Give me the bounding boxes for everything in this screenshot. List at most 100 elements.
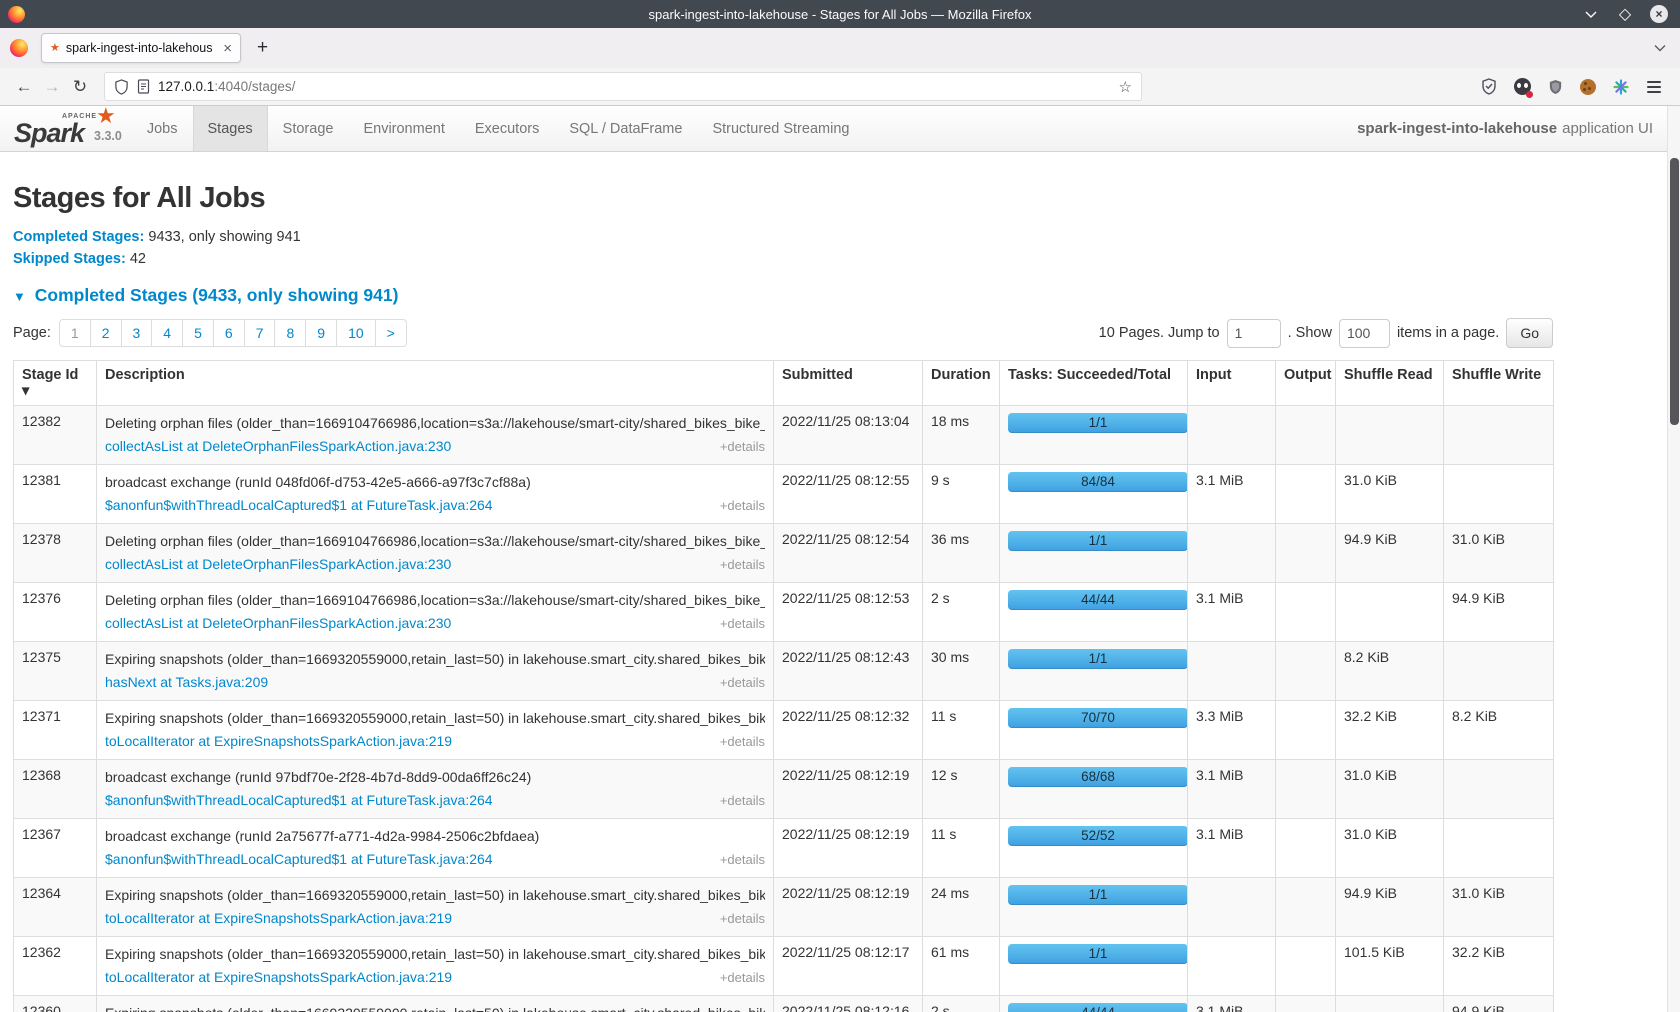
jump-to-input[interactable] xyxy=(1227,319,1281,348)
bookmark-star-icon[interactable]: ☆ xyxy=(1119,78,1132,96)
stage-callsite-link[interactable]: hasNext at Tasks.java:209 xyxy=(105,672,268,692)
stage-callsite-link[interactable]: $anonfun$withThreadLocalCaptured$1 at Fu… xyxy=(105,495,493,515)
column-header-description[interactable]: Description xyxy=(97,361,774,406)
stage-callsite-link[interactable]: collectAsList at DeleteOrphanFilesSparkA… xyxy=(105,613,451,633)
details-toggle[interactable]: +details xyxy=(720,437,765,457)
shuffle-read-cell: 31.0 KiB xyxy=(1336,465,1444,524)
description-cell: Deleting orphan files (older_than=166910… xyxy=(97,406,774,465)
stage-callsite-link[interactable]: toLocalIterator at ExpireSnapshotsSparkA… xyxy=(105,908,452,928)
column-header-shuffle-read[interactable]: Shuffle Read xyxy=(1336,361,1444,406)
output-cell xyxy=(1276,465,1336,524)
page-button-1[interactable]: 1 xyxy=(59,319,91,347)
column-header-tasks[interactable]: Tasks: Succeeded/Total xyxy=(1000,361,1188,406)
tasks-cell: 1/1 xyxy=(1000,524,1188,583)
minimize-button[interactable] xyxy=(1582,5,1600,23)
new-tab-button[interactable]: + xyxy=(257,37,268,59)
details-toggle[interactable]: +details xyxy=(720,909,765,929)
completed-stages-link[interactable]: Completed Stages: xyxy=(13,229,144,245)
list-tabs-chevron-icon[interactable] xyxy=(1654,39,1666,57)
url-text[interactable]: 127.0.0.1:4040/stages/ xyxy=(158,79,1111,94)
nav-tab-stages[interactable]: Stages xyxy=(193,106,268,151)
stage-id-cell: 12381 xyxy=(14,465,97,524)
tasks-cell: 70/70 xyxy=(1000,701,1188,760)
close-button[interactable]: × xyxy=(1650,5,1668,23)
details-toggle[interactable]: +details xyxy=(720,673,765,693)
column-header-input[interactable]: Input xyxy=(1188,361,1276,406)
page-button-4[interactable]: 4 xyxy=(151,319,183,347)
scrollbar-thumb[interactable] xyxy=(1670,158,1679,425)
tab-close-icon[interactable]: × xyxy=(223,41,232,56)
shuffle-write-cell xyxy=(1444,819,1554,878)
stage-callsite-link[interactable]: toLocalIterator at ExpireSnapshotsSparkA… xyxy=(105,967,452,987)
shuffle-read-cell: 94.9 KiB xyxy=(1336,524,1444,583)
page-button->[interactable]: > xyxy=(375,319,407,347)
pagination-row: Page: 12345678910> 10 Pages. Jump to . S… xyxy=(13,318,1553,348)
tasks-progress-bar: 1/1 xyxy=(1008,885,1188,905)
section-title: Completed Stages (9433, only showing 941… xyxy=(35,285,399,305)
page-button-7[interactable]: 7 xyxy=(244,319,276,347)
details-toggle[interactable]: +details xyxy=(720,791,765,811)
column-header-shuffle-write[interactable]: Shuffle Write xyxy=(1444,361,1554,406)
skipped-stages-link[interactable]: Skipped Stages: xyxy=(13,251,126,267)
application-ui-label: spark-ingest-into-lakehouse application … xyxy=(1357,106,1667,151)
back-button[interactable]: ← xyxy=(10,73,38,101)
stage-id-cell: 12376 xyxy=(14,583,97,642)
details-toggle[interactable]: +details xyxy=(720,968,765,988)
description-cell: Deleting orphan files (older_than=166910… xyxy=(97,583,774,642)
details-toggle[interactable]: +details xyxy=(720,555,765,575)
nav-tab-storage[interactable]: Storage xyxy=(268,106,349,151)
firefox-logo-icon xyxy=(8,6,25,23)
duration-cell: 12 s xyxy=(923,760,1000,819)
column-header-submitted[interactable]: Submitted xyxy=(774,361,923,406)
output-cell xyxy=(1276,996,1336,1012)
details-toggle[interactable]: +details xyxy=(720,614,765,634)
extension-shield-check-icon[interactable] xyxy=(1477,75,1501,99)
stage-callsite-link[interactable]: collectAsList at DeleteOrphanFilesSparkA… xyxy=(105,554,451,574)
forward-button[interactable]: → xyxy=(38,73,66,101)
stage-callsite-link[interactable]: $anonfun$withThreadLocalCaptured$1 at Fu… xyxy=(105,849,493,869)
container-mask-icon[interactable] xyxy=(1510,75,1534,99)
page-button-10[interactable]: 10 xyxy=(336,319,376,347)
go-button[interactable]: Go xyxy=(1506,318,1553,348)
ublock-shield-icon[interactable] xyxy=(1543,75,1567,99)
show-count-input[interactable] xyxy=(1339,319,1390,348)
page-button-5[interactable]: 5 xyxy=(182,319,214,347)
page-button-3[interactable]: 3 xyxy=(121,319,153,347)
menu-hamburger-icon[interactable] xyxy=(1642,75,1666,99)
page-button-2[interactable]: 2 xyxy=(90,319,122,347)
extension-asterisk-icon[interactable] xyxy=(1609,75,1633,99)
details-toggle[interactable]: +details xyxy=(720,850,765,870)
nav-tab-sql-dataframe[interactable]: SQL / DataFrame xyxy=(554,106,697,151)
url-bar[interactable]: 127.0.0.1:4040/stages/ ☆ xyxy=(104,72,1142,101)
details-toggle[interactable]: +details xyxy=(720,496,765,516)
spark-logo[interactable]: Spark APACHE ★ 3.3.0 xyxy=(0,106,132,151)
nav-tab-structured-streaming[interactable]: Structured Streaming xyxy=(697,106,864,151)
page-button-9[interactable]: 9 xyxy=(305,319,337,347)
completed-stages-section-header[interactable]: ▼ Completed Stages (9433, only showing 9… xyxy=(13,285,1667,306)
column-header-output[interactable]: Output xyxy=(1276,361,1336,406)
details-toggle[interactable]: +details xyxy=(720,732,765,752)
input-cell: 3.1 MiB xyxy=(1188,583,1276,642)
tasks-cell: 84/84 xyxy=(1000,465,1188,524)
nav-tab-environment[interactable]: Environment xyxy=(348,106,459,151)
stage-callsite-link[interactable]: $anonfun$withThreadLocalCaptured$1 at Fu… xyxy=(105,790,493,810)
column-header-stage-id[interactable]: Stage Id ▾ xyxy=(14,361,97,406)
nav-tab-jobs[interactable]: Jobs xyxy=(132,106,193,151)
titlebar: spark-ingest-into-lakehouse - Stages for… xyxy=(0,0,1680,28)
output-cell xyxy=(1276,583,1336,642)
browser-tab[interactable]: ★ spark-ingest-into-lakehous × xyxy=(41,33,241,63)
shield-icon[interactable] xyxy=(114,79,129,95)
stage-callsite-link[interactable]: collectAsList at DeleteOrphanFilesSparkA… xyxy=(105,436,451,456)
page-info-icon[interactable] xyxy=(137,79,150,94)
vertical-scrollbar[interactable] xyxy=(1667,106,1680,1012)
reload-button[interactable]: ↻ xyxy=(66,73,94,101)
column-header-duration[interactable]: Duration xyxy=(923,361,1000,406)
cookie-icon[interactable] xyxy=(1576,75,1600,99)
page-button-6[interactable]: 6 xyxy=(213,319,245,347)
stage-description: Deleting orphan files (older_than=166910… xyxy=(105,590,765,610)
nav-tab-executors[interactable]: Executors xyxy=(460,106,554,151)
stage-callsite-link[interactable]: toLocalIterator at ExpireSnapshotsSparkA… xyxy=(105,731,452,751)
maximize-button[interactable]: ◇ xyxy=(1616,5,1634,23)
page-button-8[interactable]: 8 xyxy=(274,319,306,347)
shuffle-read-cell: 32.2 KiB xyxy=(1336,701,1444,760)
